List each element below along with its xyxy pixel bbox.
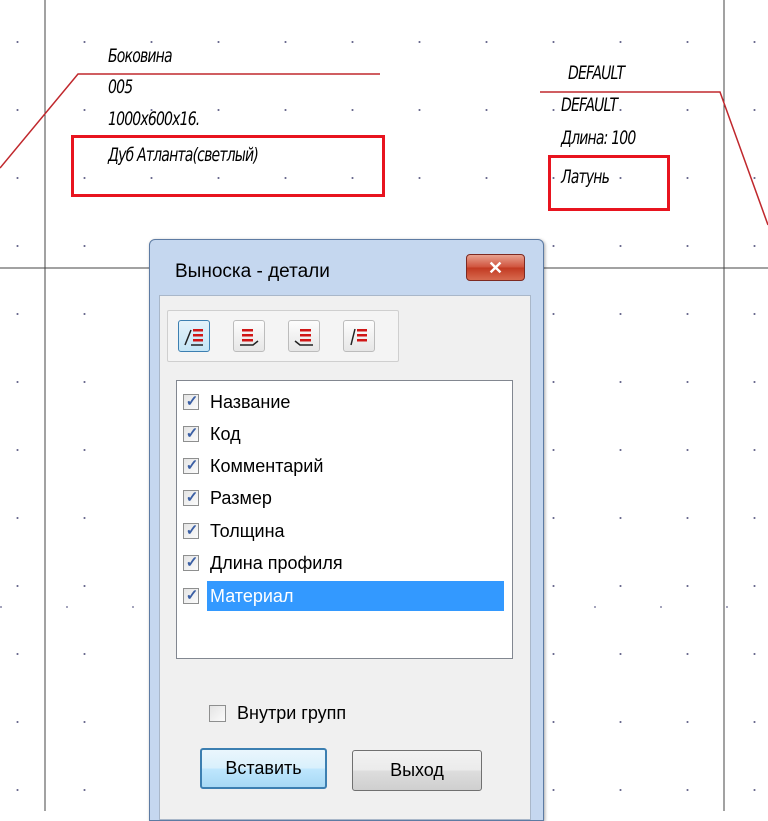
list-item-thickness[interactable]: ✓ Толщина (178, 516, 511, 546)
callout-right-leader-icon (350, 328, 367, 346)
checkbox[interactable]: ✓ (183, 522, 199, 539)
insert-button[interactable]: Вставить (200, 748, 327, 789)
list-item-label: Название (210, 392, 291, 412)
checkmark-icon: ✓ (185, 554, 199, 571)
checkmark-icon: ✓ (185, 393, 199, 410)
checkbox[interactable]: ✓ (183, 489, 199, 506)
inside-groups-checkbox[interactable] (209, 705, 226, 722)
callout-left-leader-button[interactable] (178, 320, 210, 352)
inside-groups-label: Внутри групп (237, 703, 347, 723)
checkbox[interactable]: ✓ (183, 587, 199, 604)
list-item-label: Код (210, 424, 241, 444)
right-callout-line-2: DEFAULT (561, 94, 618, 116)
callout-left-underline-icon (294, 329, 313, 346)
field-checklist[interactable]: ✓ Название ✓ Код ✓ Комментарий ✓ Размер … (176, 380, 513, 659)
list-item-label: Длина профиля (210, 553, 343, 573)
left-callout-line-1: Боковина (108, 45, 173, 67)
checkbox[interactable]: ✓ (183, 457, 199, 474)
dialog-title: Выноска - детали (175, 261, 330, 282)
exit-button[interactable]: Выход (352, 750, 482, 791)
close-icon: ✕ (487, 258, 504, 278)
dialog-client-area: ✓ Название ✓ Код ✓ Комментарий ✓ Размер … (159, 295, 531, 820)
callout-style-toolbar (167, 310, 399, 362)
checkbox[interactable]: ✓ (183, 554, 199, 571)
inside-groups-option[interactable]: Внутри групп (207, 699, 427, 727)
left-callout-line-2: 005 (108, 76, 133, 98)
checkmark-icon: ✓ (185, 425, 199, 442)
list-item-label: Толщина (210, 521, 285, 541)
list-item-material[interactable]: ✓ Материал (178, 581, 511, 611)
list-item-label: Материал (207, 581, 504, 611)
close-button[interactable]: ✕ (466, 254, 525, 281)
checkmark-icon: ✓ (185, 587, 199, 604)
callout-details-dialog: Выноска - детали ✕ ✓ Название ✓ Код ✓ Ко… (149, 239, 544, 821)
checkmark-icon: ✓ (185, 522, 199, 539)
checkmark-icon: ✓ (185, 489, 199, 506)
right-callout-line-3: Длина: 100 (561, 127, 636, 149)
checkbox[interactable]: ✓ (183, 425, 199, 442)
list-item-size[interactable]: ✓ Размер (178, 483, 511, 513)
list-item-label: Комментарий (210, 456, 324, 476)
callout-right-underline-button[interactable] (233, 320, 265, 352)
callout-left-leader-icon (184, 329, 203, 346)
left-highlight-box (71, 135, 385, 197)
callout-left-underline-button[interactable] (288, 320, 320, 352)
callout-right-underline-icon (240, 329, 259, 346)
list-item-comment[interactable]: ✓ Комментарий (178, 451, 511, 481)
list-item-label: Размер (210, 488, 272, 508)
right-callout-line-1: DEFAULT (568, 62, 625, 84)
list-item-name[interactable]: ✓ Название (178, 387, 511, 417)
dialog-titlebar[interactable]: Выноска - детали ✕ (150, 240, 543, 292)
checkbox[interactable]: ✓ (183, 393, 199, 410)
list-item-profile-length[interactable]: ✓ Длина профиля (178, 548, 511, 578)
right-highlight-box (548, 155, 670, 211)
list-item-code[interactable]: ✓ Код (178, 419, 511, 449)
checkmark-icon: ✓ (185, 457, 199, 474)
callout-right-leader-button[interactable] (343, 320, 375, 352)
left-callout-line-3: 1000x600x16. (108, 108, 200, 130)
